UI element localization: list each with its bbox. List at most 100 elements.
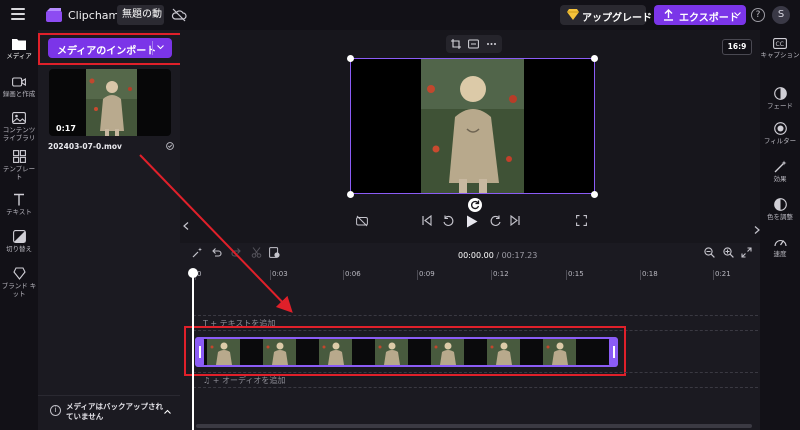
- rail-item-fade[interactable]: フェード: [760, 87, 800, 110]
- timeline-scrollbar[interactable]: [196, 424, 752, 428]
- avatar[interactable]: S: [772, 6, 790, 24]
- zoom-out-icon[interactable]: [704, 247, 715, 258]
- rail-label-fade: フェード: [767, 102, 793, 110]
- rail-item-effects[interactable]: 効果: [760, 160, 800, 183]
- crop-icon[interactable]: [451, 39, 461, 49]
- playhead-handle[interactable]: [188, 268, 198, 278]
- svg-text:CC: CC: [776, 41, 784, 48]
- resize-handle-top-right[interactable]: [591, 55, 598, 62]
- nav-item-brand-kit[interactable]: ブランド キット: [0, 267, 38, 298]
- fit-timeline-icon[interactable]: [741, 247, 752, 258]
- ruler-tick: [713, 270, 714, 280]
- nav-item-transitions[interactable]: 切り替え: [0, 230, 38, 253]
- skip-forward-icon[interactable]: [510, 215, 520, 226]
- chevron-down-icon: [734, 12, 741, 17]
- rewind-5-icon[interactable]: [442, 215, 454, 227]
- total-time: / 00:17.23: [496, 251, 538, 260]
- left-nav: メディア 録画と作成 コンテンツ ライブラリ テンプレート テキスト 切り替え …: [0, 30, 38, 430]
- nav-item-text[interactable]: テキスト: [0, 193, 38, 216]
- playback-controls: [180, 212, 760, 232]
- preview-video-frame: [421, 59, 524, 193]
- ruler-tick: [640, 270, 641, 280]
- fade-icon: [773, 87, 787, 100]
- cloud-off-icon[interactable]: [171, 7, 187, 23]
- resize-handle-bottom-left[interactable]: [347, 191, 354, 198]
- undo-icon[interactable]: [211, 247, 222, 258]
- ruler-tick: [417, 270, 418, 280]
- upload-icon: [664, 9, 673, 21]
- nav-item-templates[interactable]: テンプレート: [0, 150, 38, 181]
- rail-item-speed[interactable]: 速度: [760, 236, 800, 258]
- media-file-name: 202403-07-0.mov: [48, 142, 122, 151]
- nav-item-media[interactable]: メディア: [0, 38, 38, 60]
- camera-off-icon[interactable]: [356, 215, 368, 227]
- ruler-tick-label: 0:12: [493, 270, 509, 278]
- timecode: 00:00.00 / 00:17.23: [458, 251, 537, 260]
- fit-icon[interactable]: [468, 39, 479, 49]
- collapse-left-panel-icon[interactable]: [183, 222, 189, 230]
- resize-handle-top-left[interactable]: [347, 55, 354, 62]
- playhead[interactable]: [192, 272, 194, 430]
- right-rail: CC キャプション フェード フィルター 効果 色を調整 速度: [760, 30, 800, 430]
- resize-handle-bottom-right[interactable]: [591, 191, 598, 198]
- redo-icon[interactable]: [231, 247, 242, 258]
- nav-label-transitions: 切り替え: [6, 245, 32, 253]
- effects-icon: [774, 160, 786, 173]
- export-button[interactable]: エクスポート: [654, 5, 746, 25]
- skip-back-icon[interactable]: [422, 215, 432, 226]
- preview-toolbar: [446, 35, 502, 53]
- magic-tools-icon[interactable]: [192, 247, 203, 258]
- backup-warning[interactable]: i メディアはバックアップされていません: [38, 395, 180, 430]
- nav-item-record[interactable]: 録画と作成: [0, 76, 38, 98]
- fullscreen-icon[interactable]: [576, 215, 587, 226]
- color-adjust-icon: [773, 198, 787, 211]
- nav-label-templates: テンプレート: [2, 165, 36, 181]
- upgrade-button[interactable]: アップグレード: [560, 5, 652, 25]
- rail-label-effects: 効果: [773, 175, 787, 183]
- nav-label-record: 録画と作成: [2, 90, 36, 98]
- nav-label-text: テキスト: [6, 208, 32, 216]
- more-options-icon[interactable]: [486, 39, 497, 49]
- backup-warning-text: メディアはバックアップされていません: [66, 402, 163, 421]
- folder-icon: [12, 39, 26, 50]
- rotate-handle[interactable]: [468, 198, 482, 212]
- help-icon[interactable]: ?: [751, 8, 765, 22]
- ruler-tick: [343, 270, 344, 280]
- info-icon: i: [50, 405, 61, 416]
- rail-item-color[interactable]: 色を調整: [760, 198, 800, 221]
- templates-icon: [12, 150, 26, 163]
- ruler-tick-label: 0:06: [345, 270, 361, 278]
- aspect-ratio-button[interactable]: 16:9: [722, 39, 752, 55]
- ruler-tick-label: 0:15: [568, 270, 584, 278]
- nav-label-media: メディア: [6, 52, 32, 60]
- annotation-highlight-import: [38, 33, 182, 65]
- hamburger-menu-icon[interactable]: [11, 8, 25, 20]
- rail-label-speed: 速度: [773, 250, 787, 258]
- add-media-icon[interactable]: [269, 247, 280, 258]
- check-circle-icon: [166, 142, 174, 150]
- forward-5-icon[interactable]: [490, 215, 502, 227]
- annotation-highlight-clip: [184, 326, 626, 376]
- speed-icon: [773, 240, 787, 247]
- brand-kit-icon: [12, 267, 26, 280]
- captions-icon: CC: [773, 38, 787, 49]
- ruler-tick: [491, 270, 492, 280]
- rail-item-captions[interactable]: CC キャプション: [760, 38, 800, 59]
- ruler-tick: [566, 270, 567, 280]
- upgrade-label: アップグレード: [582, 13, 652, 24]
- export-label: エクスポート: [679, 13, 739, 24]
- nav-label-brand-kit: ブランド キット: [1, 282, 37, 298]
- zoom-in-icon[interactable]: [723, 247, 734, 258]
- diamond-icon: [567, 9, 579, 20]
- project-name-field[interactable]: 無題の動: [117, 5, 164, 25]
- filters-icon: [773, 122, 787, 135]
- cut-icon[interactable]: [251, 247, 262, 258]
- ruler-tick-label: 0:09: [419, 270, 435, 278]
- play-icon[interactable]: [466, 215, 478, 228]
- nav-label-library: コンテンツ ライブラリ: [2, 126, 36, 142]
- chevron-up-icon[interactable]: [164, 409, 171, 414]
- rail-item-filters[interactable]: フィルター: [760, 122, 800, 145]
- rotate-icon: [471, 200, 480, 210]
- audio-track[interactable]: ♫ + オーディオを追加: [193, 372, 758, 388]
- nav-item-library[interactable]: コンテンツ ライブラリ: [0, 112, 38, 142]
